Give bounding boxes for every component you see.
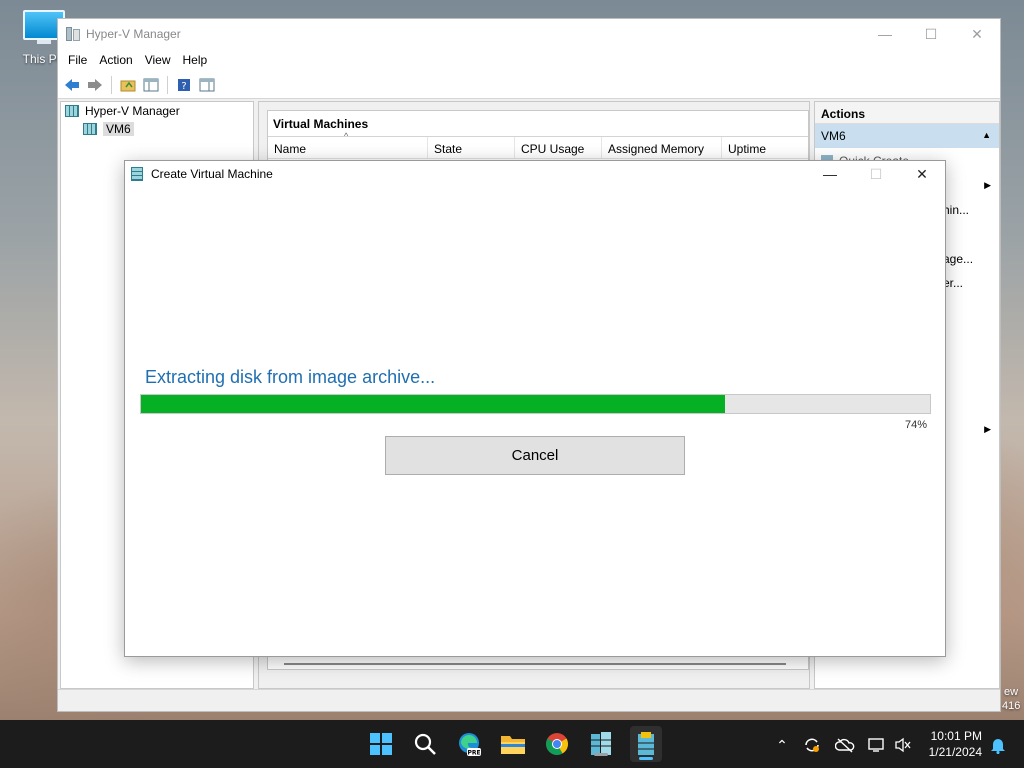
hyperv-title-bar[interactable]: Hyper-V Manager — ☐ ✕ <box>58 19 1000 49</box>
desktop-edge-text: 416 <box>1002 700 1021 712</box>
chrome-icon[interactable] <box>543 730 571 758</box>
menu-action[interactable]: Action <box>93 53 138 67</box>
vm-column-headers: Name ^ State CPU Usage Assigned Memory U… <box>268 131 808 159</box>
tree-item-hyperv-manager[interactable]: Hyper-V Manager <box>61 102 253 120</box>
show-hide-action-pane-icon[interactable] <box>197 75 217 95</box>
system-clock[interactable]: 10:01 PM 1/21/2024 <box>929 728 982 760</box>
search-icon[interactable] <box>411 730 439 758</box>
server-icon <box>83 123 97 135</box>
back-arrow-icon[interactable] <box>62 75 82 95</box>
hyperv-app-icon <box>66 27 80 41</box>
panel-title: Virtual Machines <box>268 111 808 137</box>
column-header-cpu-usage[interactable]: CPU Usage <box>515 137 602 158</box>
dialog-title: Create Virtual Machine <box>151 167 273 181</box>
dialog-title-bar[interactable]: Create Virtual Machine — ☐ ✕ <box>125 161 945 187</box>
clock-time: 10:01 PM <box>930 729 982 743</box>
onedrive-offline-icon[interactable] <box>835 735 855 755</box>
progress-status-text: Extracting disk from image archive... <box>145 367 436 387</box>
close-button[interactable]: ✕ <box>954 19 1000 49</box>
show-hide-tree-icon[interactable] <box>141 75 161 95</box>
create-vm-icon[interactable] <box>630 726 662 762</box>
actions-title: Actions <box>815 102 999 124</box>
progress-bar <box>140 394 931 414</box>
action-item-truncated[interactable]: er... <box>943 276 963 290</box>
action-item-truncated[interactable]: hin... <box>943 203 969 217</box>
menu-help[interactable]: Help <box>177 53 214 67</box>
edge-preview-icon[interactable]: PRE <box>455 730 483 758</box>
status-bar <box>58 689 1000 711</box>
action-item-truncated[interactable]: age... <box>943 252 973 266</box>
tree-item-label: Hyper-V Manager <box>85 104 180 118</box>
chevron-up-icon[interactable]: ⌃ <box>772 735 792 755</box>
start-icon[interactable] <box>367 730 395 758</box>
actions-section-vm6[interactable]: VM6 ▲ <box>815 124 999 148</box>
svg-text:PRE: PRE <box>467 750 480 757</box>
column-header-name[interactable]: Name ^ <box>268 131 428 158</box>
network-icon[interactable] <box>867 735 887 755</box>
create-vm-dialog: Create Virtual Machine — ☐ ✕ Extracting … <box>124 160 946 657</box>
desktop-edge-text: ew <box>1004 686 1019 698</box>
menu-view[interactable]: View <box>139 53 177 67</box>
dialog-close-button[interactable]: ✕ <box>899 161 945 187</box>
column-header-assigned-memory[interactable]: Assigned Memory <box>602 137 722 158</box>
svg-text:?: ? <box>181 81 186 92</box>
collapse-caret-icon[interactable]: ▲ <box>982 130 991 140</box>
taskbar: PRE ⌃ 10:01 PM 1/21/2024 <box>0 720 1024 768</box>
column-header-uptime[interactable]: Uptime <box>722 137 808 158</box>
menu-file[interactable]: File <box>62 53 93 67</box>
create-vm-icon <box>131 167 143 181</box>
dialog-minimize-button[interactable]: — <box>807 161 853 187</box>
minimize-button[interactable]: — <box>862 19 908 49</box>
clock-date: 1/21/2024 <box>928 745 982 759</box>
notification-bell-icon[interactable] <box>988 735 1008 755</box>
progress-bar-fill <box>141 395 725 413</box>
dialog-maximize-button: ☐ <box>869 165 883 182</box>
sync-icon[interactable] <box>802 735 822 755</box>
submenu-arrow-icon[interactable]: ▶ <box>984 180 991 191</box>
column-header-state[interactable]: State <box>428 137 515 158</box>
submenu-arrow-icon[interactable]: ▶ <box>984 424 991 435</box>
tree-item-vm6[interactable]: VM6 <box>61 120 253 138</box>
progress-percent-label: 74% <box>904 419 927 431</box>
sort-ascending-icon: ^ <box>344 131 349 141</box>
forward-arrow-icon[interactable] <box>85 75 105 95</box>
folder-up-icon[interactable] <box>118 75 138 95</box>
volume-muted-icon[interactable] <box>893 735 913 755</box>
hyperv-manager-icon <box>65 105 79 117</box>
maximize-button[interactable]: ☐ <box>908 19 954 49</box>
cancel-button[interactable]: Cancel <box>385 436 685 475</box>
hyperv-window-title: Hyper-V Manager <box>86 27 181 41</box>
file-explorer-icon[interactable] <box>499 730 527 758</box>
horizontal-scrollbar[interactable] <box>284 663 786 665</box>
menu-bar: File Action View Help <box>58 49 1000 71</box>
hyperv-manager-icon[interactable] <box>587 730 615 758</box>
toolbar: ? <box>58 71 1000 99</box>
help-icon[interactable]: ? <box>174 75 194 95</box>
tree-item-label: VM6 <box>103 122 134 136</box>
